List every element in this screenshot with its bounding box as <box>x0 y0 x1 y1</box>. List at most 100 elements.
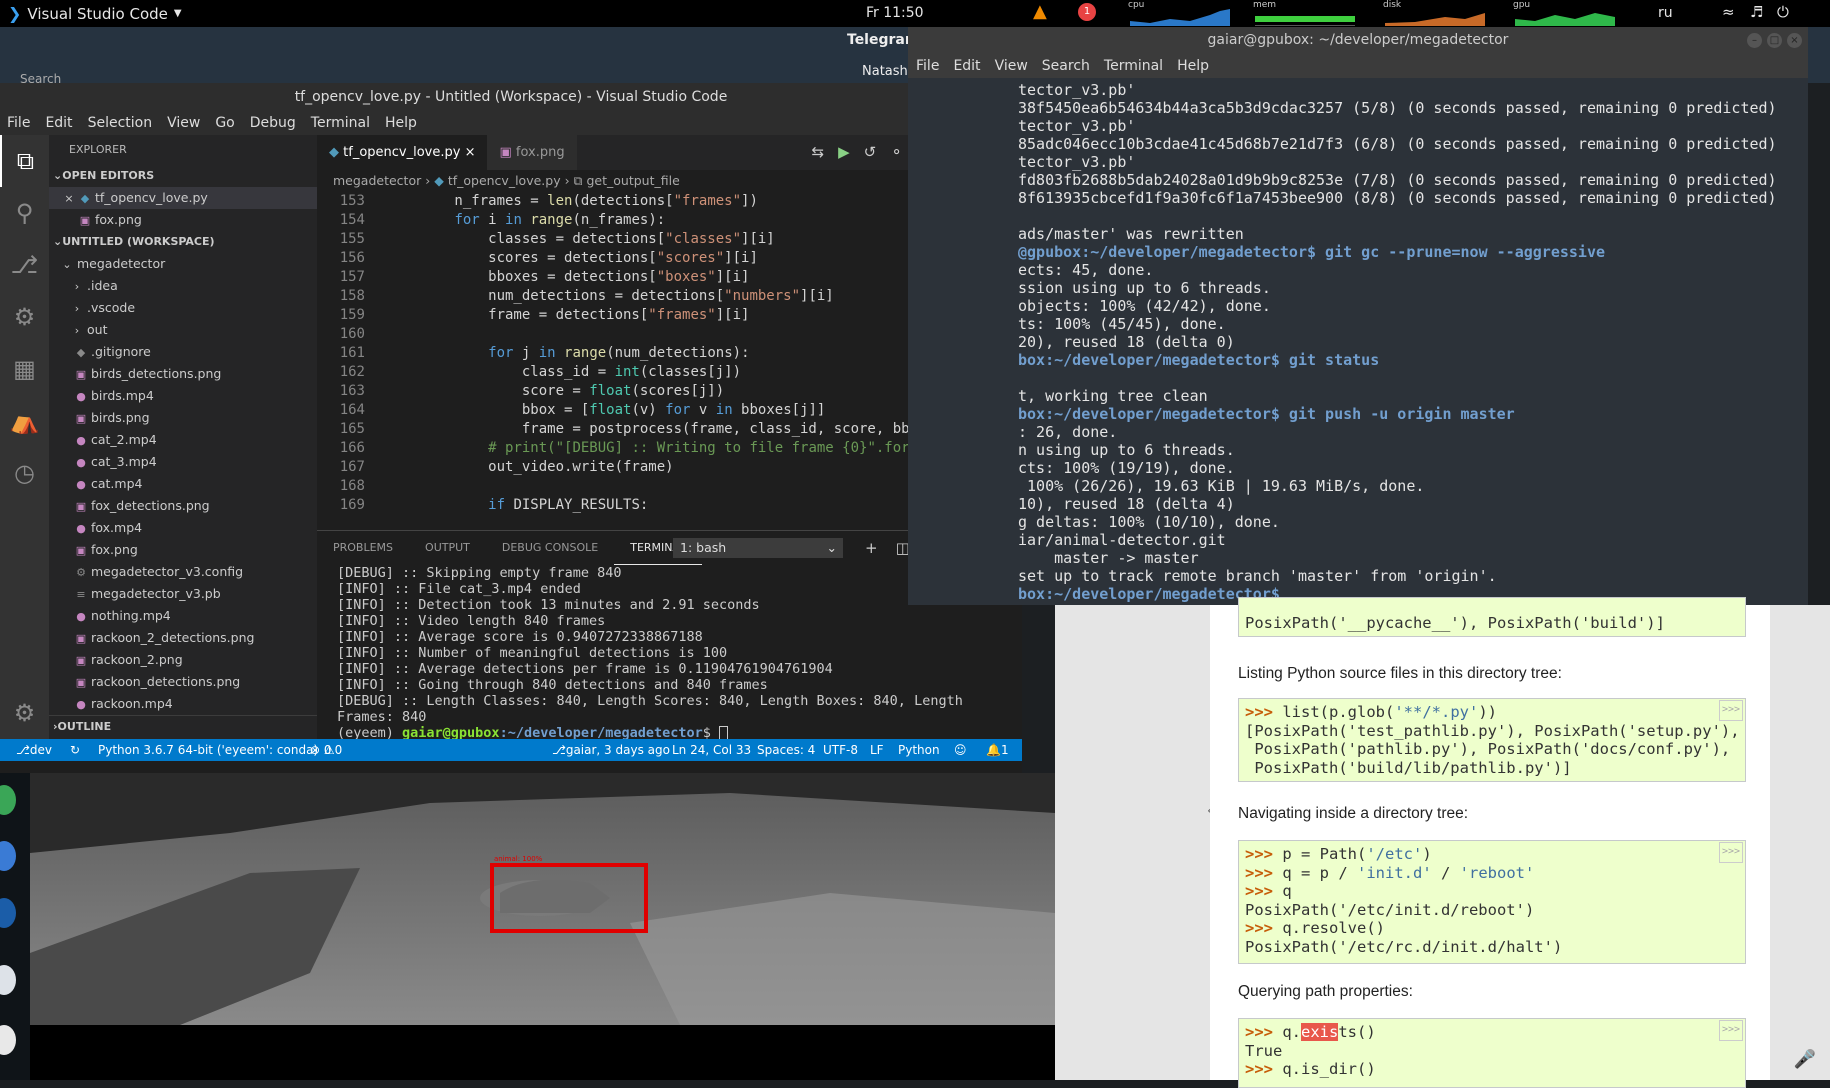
previous-change-icon[interactable]: ↺ <box>864 135 877 170</box>
workspace-section[interactable]: ⌄UNTITLED (WORKSPACE) <box>49 231 317 253</box>
file-item[interactable]: ⚙ megadetector_v3.config <box>49 561 317 583</box>
end-of-line[interactable]: LF <box>870 739 884 761</box>
avatar[interactable] <box>0 965 16 995</box>
keyboard-layout[interactable]: ru <box>1658 5 1673 21</box>
avatar[interactable] <box>0 785 16 815</box>
menu-terminal[interactable]: Terminal <box>311 111 370 135</box>
source-control-icon[interactable]: ⎇ <box>0 239 49 291</box>
run-icon[interactable]: ▶ <box>838 135 850 170</box>
menu-edit[interactable]: Edit <box>45 111 72 135</box>
open-editor-item[interactable]: × ◆ tf_opencv_love.py <box>49 187 317 209</box>
copy-button[interactable]: >>> <box>1718 1020 1743 1041</box>
terminal-output[interactable]: tector_v3.pb' 38f5450ea6b54634b44a3ca5b3… <box>908 78 1808 603</box>
menu-selection[interactable]: Selection <box>88 111 153 135</box>
copy-button[interactable]: >>> <box>1718 700 1743 721</box>
menu-edit[interactable]: Edit <box>953 54 980 78</box>
file-item[interactable]: ▣ birds_detections.png <box>49 363 317 385</box>
file-item[interactable]: ● cat_2.mp4 <box>49 429 317 451</box>
branch-indicator[interactable]: ⎇ dev <box>16 739 52 761</box>
outline-section[interactable]: ›OUTLINE <box>49 715 317 737</box>
menu-file[interactable]: File <box>916 54 939 78</box>
language-mode[interactable]: Python <box>898 739 940 761</box>
tab-problems[interactable]: PROBLEMS <box>317 531 409 565</box>
folder-item[interactable]: › .vscode <box>49 297 317 319</box>
menu-view[interactable]: View <box>995 54 1028 78</box>
notifications-indicator[interactable]: 🔔 1 <box>986 739 1009 761</box>
search-icon[interactable]: ⚲ <box>0 187 49 239</box>
folder-item[interactable]: › out <box>49 319 317 341</box>
close-icon[interactable]: × <box>63 188 75 210</box>
maximize-button[interactable]: □ <box>1767 33 1782 48</box>
cpu-graph <box>1130 9 1230 26</box>
microphone-icon[interactable]: 🎤 <box>1794 1049 1816 1070</box>
menu-search[interactable]: Search <box>1042 54 1090 78</box>
new-terminal-icon[interactable]: + <box>865 531 878 565</box>
file-item[interactable]: ● birds.mp4 <box>49 385 317 407</box>
debug-icon[interactable]: ⚙ <box>0 291 49 343</box>
extensions-icon[interactable]: ▦ <box>0 343 49 395</box>
menu-view[interactable]: View <box>167 111 200 135</box>
open-editors-section[interactable]: ⌄OPEN EDITORS <box>49 165 317 187</box>
file-label: birds.png <box>91 410 150 425</box>
file-item[interactable]: ● rackoon.mp4 <box>49 693 317 715</box>
file-item[interactable]: ▣ fox_detections.png <box>49 495 317 517</box>
file-item[interactable]: ▣ rackoon_detections.png <box>49 671 317 693</box>
close-button[interactable]: × <box>1787 33 1802 48</box>
notification-badge[interactable]: 1 <box>1078 3 1096 21</box>
volume-icon[interactable]: ♬ <box>1750 3 1763 21</box>
minimize-button[interactable]: – <box>1747 33 1762 48</box>
menu-help[interactable]: Help <box>1177 54 1209 78</box>
cursor-position[interactable]: Ln 24, Col 33 <box>672 739 751 761</box>
vlc-icon[interactable]: ▲ <box>1033 1 1047 22</box>
problems-indicator[interactable]: ⊗ 0 ⚠ 0 <box>310 739 342 761</box>
file-item[interactable]: ▣ birds.png <box>49 407 317 429</box>
dot-icon[interactable]: ⚬ <box>890 135 903 170</box>
files-icon[interactable]: ⧉ <box>0 135 49 187</box>
feedback-icon[interactable]: ☺ <box>954 739 967 761</box>
wifi-icon[interactable]: ≈ <box>1722 3 1735 21</box>
menu-terminal[interactable]: Terminal <box>1104 54 1163 78</box>
folder-item[interactable]: › .idea <box>49 275 317 297</box>
docker-icon[interactable]: ⛺ <box>0 395 49 447</box>
gear-icon[interactable]: ⚙ <box>0 687 49 739</box>
file-item[interactable]: ▣ rackoon_2.png <box>49 649 317 671</box>
file-item[interactable]: ● cat_3.mp4 <box>49 451 317 473</box>
clock[interactable]: Fr 11:50 <box>866 5 924 21</box>
menu-go[interactable]: Go <box>215 111 234 135</box>
file-item[interactable]: ◆ .gitignore <box>49 341 317 363</box>
encoding[interactable]: UTF-8 <box>823 739 858 761</box>
tab-fox-png[interactable]: ▣ fox.png <box>487 135 577 170</box>
avatar[interactable] <box>0 1025 16 1055</box>
breadcrumb-file[interactable]: tf_opencv_love.py <box>448 173 561 188</box>
git-blame[interactable]: ⎇ gaiar, 3 days ago <box>552 739 670 761</box>
file-item[interactable]: ≡ megadetector_v3.pb <box>49 583 317 605</box>
tab-tf-opencv-love[interactable]: ◆ tf_opencv_love.py × <box>317 135 488 170</box>
file-item[interactable]: ● nothing.mp4 <box>49 605 317 627</box>
power-icon[interactable]: ⏻ <box>1777 3 1789 21</box>
terminal-select[interactable]: 1: bash ⌄ <box>673 538 843 558</box>
menu-file[interactable]: File <box>7 111 30 135</box>
tab-output[interactable]: OUTPUT <box>409 531 486 565</box>
file-item[interactable]: ▣ rackoon_2_detections.png <box>49 627 317 649</box>
app-menu[interactable]: ❯ Visual Studio Code ▼ <box>8 4 182 23</box>
copy-button[interactable]: >>> <box>1718 842 1743 863</box>
interpreter-indicator[interactable]: Python 3.6.7 64-bit ('eyeem': conda) <box>98 739 318 761</box>
breadcrumb-symbol[interactable]: get_output_file <box>586 173 679 188</box>
sync-icon[interactable]: ↻ <box>70 739 80 761</box>
avatar[interactable] <box>0 898 16 928</box>
file-item[interactable]: ● fox.mp4 <box>49 517 317 539</box>
compare-icon[interactable]: ⇆ <box>812 135 825 170</box>
folder-item[interactable]: ⌄ megadetector <box>49 253 317 275</box>
avatar[interactable] <box>0 841 16 871</box>
breadcrumb-folder[interactable]: megadetector <box>333 173 421 188</box>
open-editor-item[interactable]: ▣ fox.png <box>49 209 317 231</box>
menu-help[interactable]: Help <box>385 111 417 135</box>
menu-debug[interactable]: Debug <box>250 111 296 135</box>
close-icon[interactable]: × <box>465 145 476 160</box>
file-item[interactable]: ● cat.mp4 <box>49 473 317 495</box>
code-editor[interactable]: 153 n_frames = len(detections["frames"])… <box>317 192 937 530</box>
file-item[interactable]: ▣ fox.png <box>49 539 317 561</box>
indentation[interactable]: Spaces: 4 <box>757 739 815 761</box>
git-history-icon[interactable]: ◷ <box>0 447 49 499</box>
tab-debug-console[interactable]: DEBUG CONSOLE <box>486 531 614 565</box>
